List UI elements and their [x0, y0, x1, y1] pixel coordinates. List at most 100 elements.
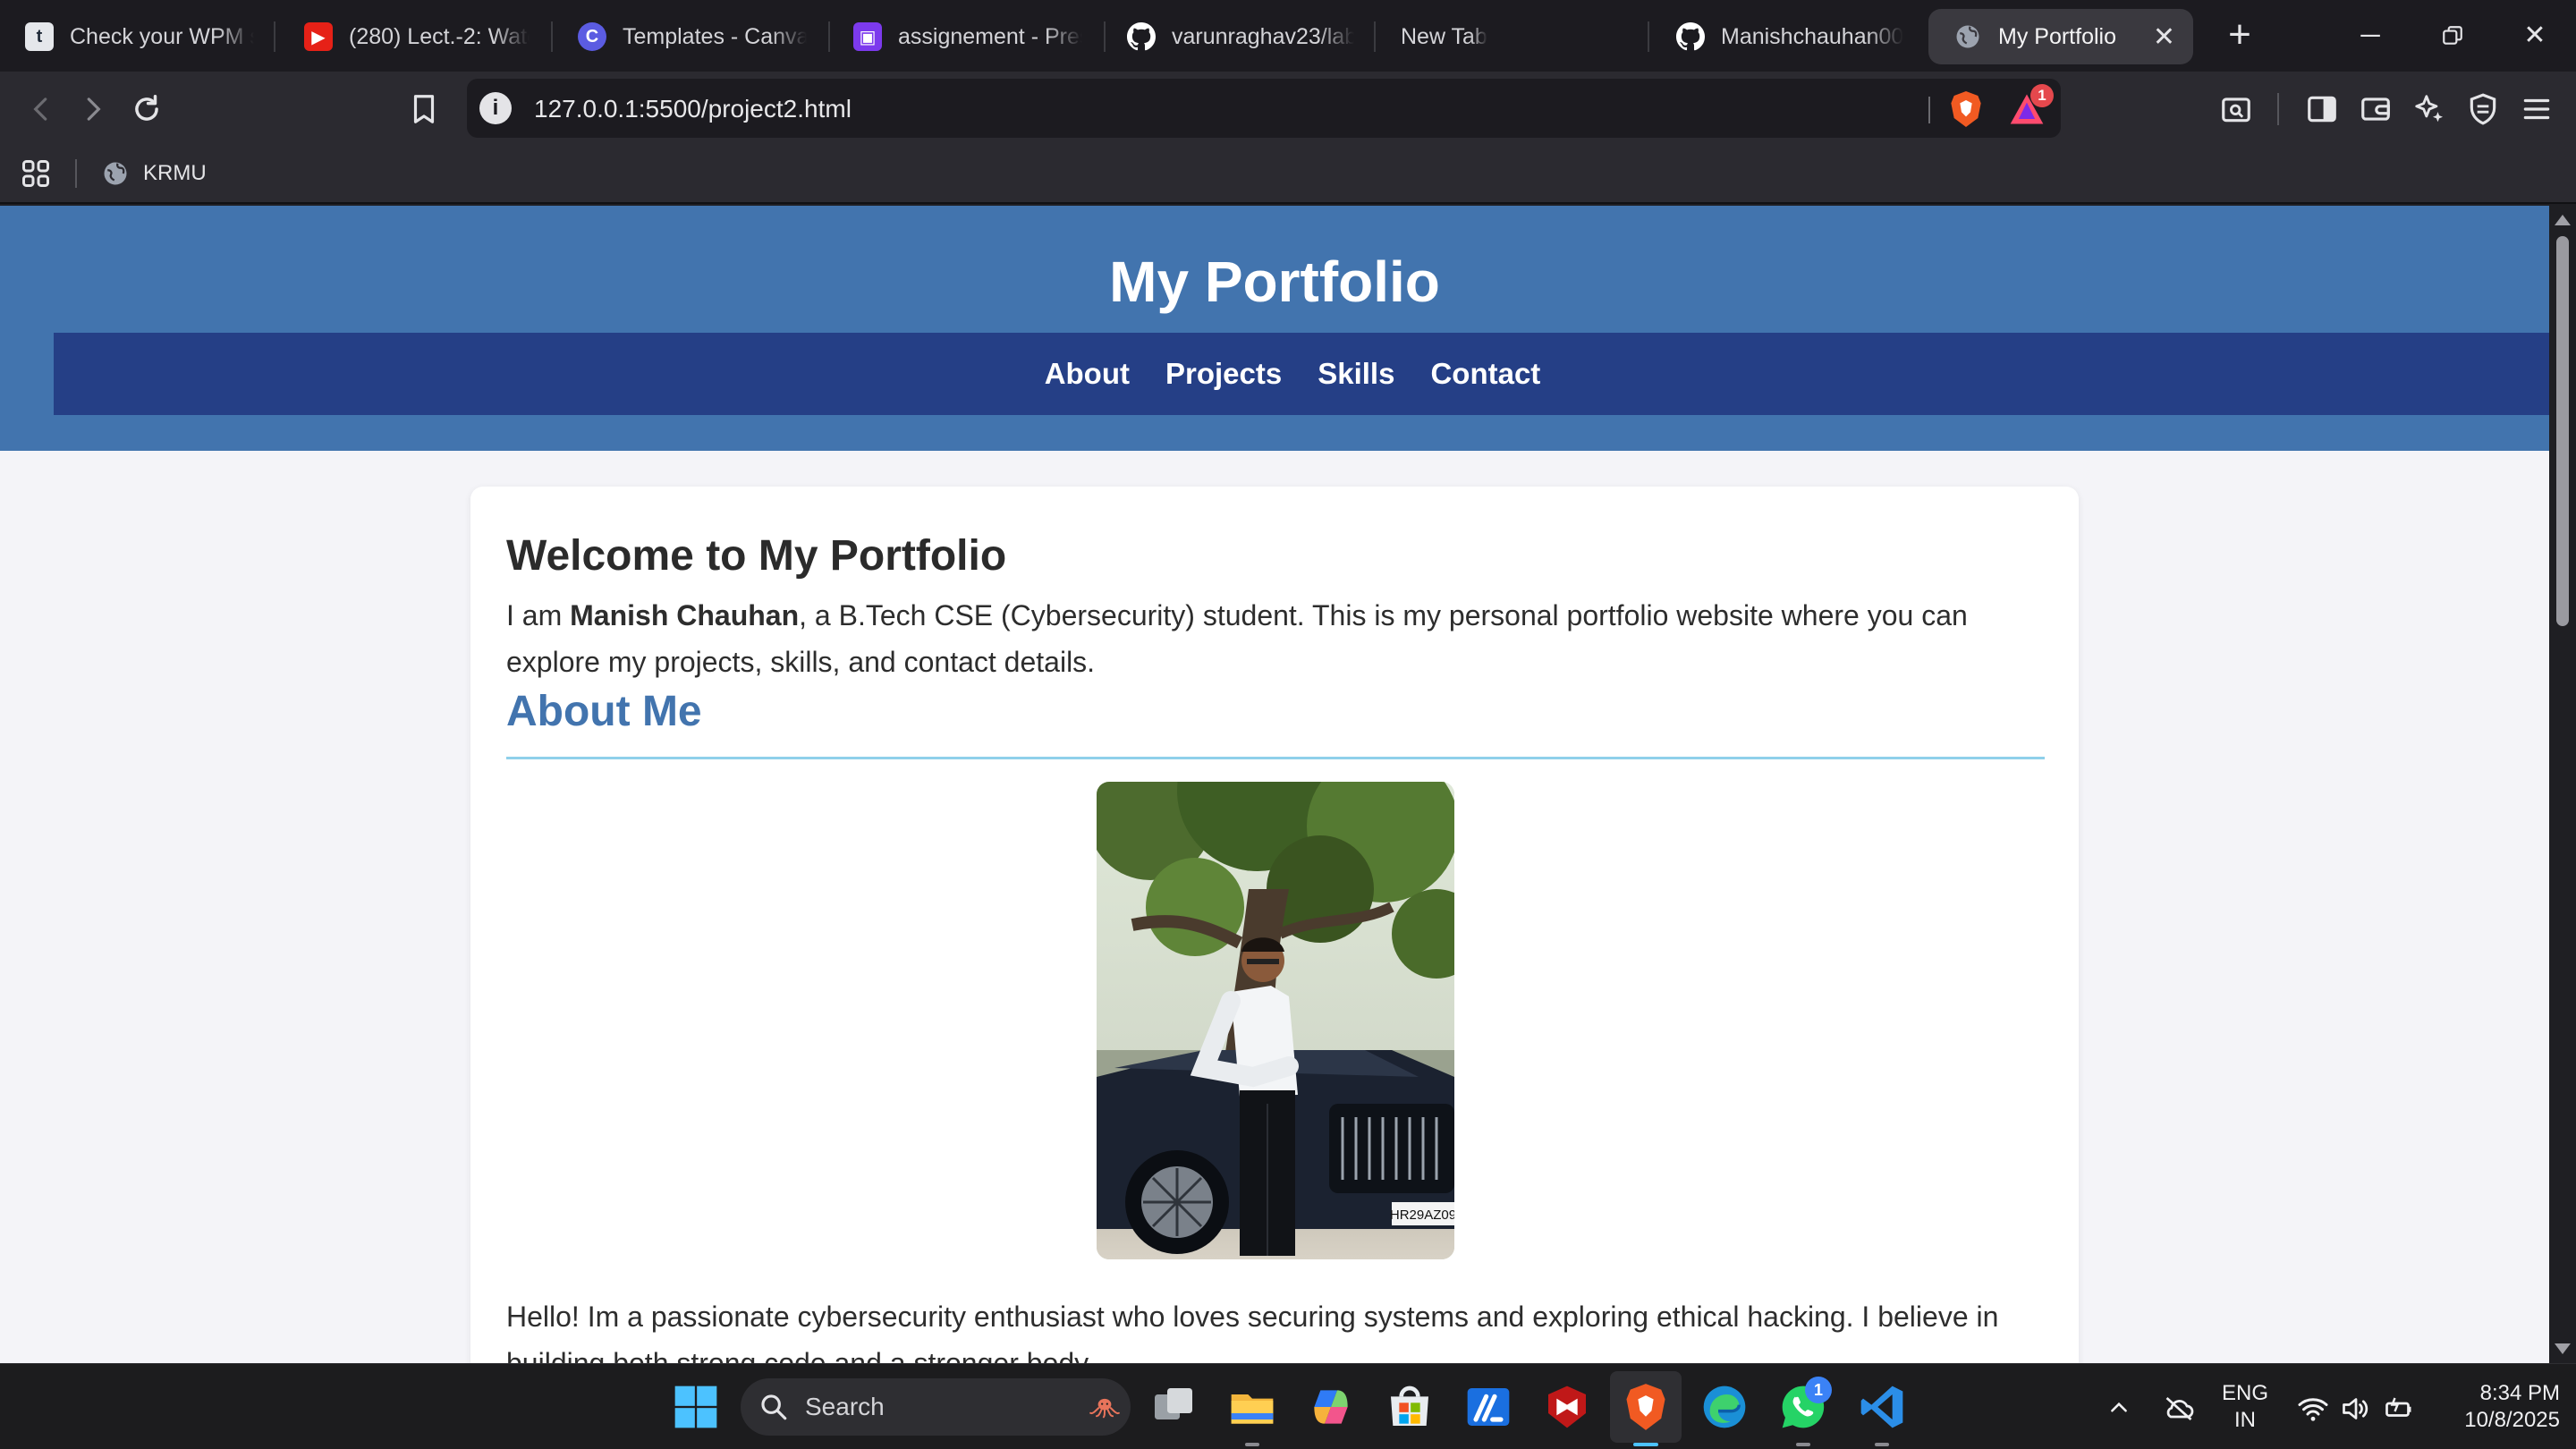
- menu-icon[interactable]: [2515, 88, 2558, 131]
- presentation-icon: ▣: [853, 22, 882, 51]
- tab-title: Manishchauhan000: [1721, 23, 1903, 49]
- task-view-icon[interactable]: [1148, 1382, 1199, 1432]
- tab-youtube[interactable]: ▶ (280) Lect.-2: Water: [279, 9, 547, 64]
- tab-separator: [274, 21, 275, 52]
- copilot-icon[interactable]: [1306, 1382, 1356, 1432]
- tab-title: assignement - Prese: [898, 23, 1082, 49]
- bookmark-krmu[interactable]: KRMU: [102, 156, 207, 191]
- wifi-icon[interactable]: [2297, 1393, 2329, 1425]
- tab-title: Templates - Canva: [623, 23, 807, 49]
- scroll-thumb[interactable]: [2556, 236, 2569, 626]
- nav-link-projects[interactable]: Projects: [1165, 357, 1282, 391]
- tab-title: Check your WPM sc: [70, 23, 254, 49]
- tab-assignment[interactable]: ▣ assignement - Prese: [828, 9, 1100, 64]
- language-indicator[interactable]: ENG IN: [2216, 1380, 2274, 1434]
- region-code: IN: [2234, 1408, 2256, 1432]
- close-tab-icon[interactable]: ✕: [2135, 21, 2175, 53]
- clock-date: 10/8/2025: [2464, 1408, 2560, 1432]
- sidebar-toggle-icon[interactable]: [2301, 88, 2343, 131]
- scroll-down-arrow-icon[interactable]: [2555, 1343, 2571, 1354]
- reload-button[interactable]: [125, 88, 168, 131]
- license-plate: HR29AZ09: [1390, 1208, 1454, 1223]
- site-title: My Portfolio: [1109, 250, 1440, 314]
- forward-button[interactable]: [72, 88, 114, 131]
- mcafee-icon[interactable]: [1542, 1382, 1592, 1432]
- wallet-icon[interactable]: [2354, 88, 2397, 131]
- bookmark-icon[interactable]: [402, 88, 445, 131]
- tab-title: New Tab: [1401, 23, 1487, 49]
- tab-github-manish[interactable]: Manishchauhan000: [1651, 9, 1921, 64]
- address-bar[interactable]: i 127.0.0.1:5500/project2.html 1: [467, 79, 2061, 138]
- new-tab-button[interactable]: +: [2216, 13, 2263, 59]
- typing-site-icon: t: [25, 22, 54, 51]
- taskbar-search-box[interactable]: Search: [741, 1378, 1131, 1436]
- intro-name: Manish Chauhan: [570, 599, 800, 631]
- globe-icon: [104, 162, 127, 185]
- site-nav: About Projects Skills Contact: [54, 333, 2549, 415]
- scroll-up-arrow-icon[interactable]: [2555, 215, 2571, 225]
- browser-tab-strip: t Check your WPM sc ▶ (280) Lect.-2: Wat…: [0, 0, 2576, 72]
- site-header: My Portfolio About Projects Skills Conta…: [0, 206, 2549, 451]
- vscode-icon[interactable]: [1857, 1382, 1907, 1432]
- windows-start-icon[interactable]: [671, 1382, 721, 1432]
- autodesk-app-icon[interactable]: [1463, 1382, 1513, 1432]
- page-viewport: My Portfolio About Projects Skills Conta…: [0, 206, 2549, 1363]
- running-indicator: [1875, 1443, 1889, 1446]
- onedrive-offline-icon[interactable]: [2163, 1393, 2195, 1425]
- globe-icon: [1953, 22, 1982, 51]
- tab-separator: [1374, 21, 1376, 52]
- tab-my-portfolio[interactable]: My Portfolio ✕: [1928, 9, 2193, 64]
- github-icon: [1676, 22, 1705, 51]
- tab-github-varun[interactable]: varunraghav23/lab: [1102, 9, 1372, 64]
- volume-icon[interactable]: [2340, 1393, 2372, 1425]
- welcome-heading: Welcome to My Portfolio: [506, 532, 1007, 580]
- browser-toolbar: i 127.0.0.1:5500/project2.html 1: [0, 72, 2576, 145]
- running-indicator: [1796, 1443, 1810, 1446]
- search-placeholder: Search: [805, 1393, 885, 1420]
- about-divider: [506, 757, 2045, 759]
- tab-title: My Portfolio: [1998, 23, 2116, 49]
- page-search-icon[interactable]: [2215, 88, 2258, 131]
- nav-link-skills[interactable]: Skills: [1318, 357, 1394, 391]
- nav-link-about[interactable]: About: [1045, 357, 1130, 391]
- toolbar-divider: [2277, 93, 2279, 125]
- tab-new-tab[interactable]: New Tab: [1377, 9, 1646, 64]
- tab-wpm[interactable]: t Check your WPM sc: [0, 9, 272, 64]
- content-card: Welcome to My Portfolio I am Manish Chau…: [470, 487, 2079, 1363]
- minimize-button[interactable]: ─: [2343, 13, 2397, 59]
- close-window-button[interactable]: ✕: [2508, 13, 2562, 59]
- site-info-icon[interactable]: i: [479, 92, 512, 124]
- vpn-shield-icon[interactable]: [2462, 88, 2504, 131]
- github-icon: [1127, 22, 1156, 51]
- back-button[interactable]: [20, 88, 63, 131]
- about-heading: About Me: [506, 688, 702, 735]
- nav-link-contact[interactable]: Contact: [1430, 357, 1540, 391]
- intro-text: I am: [506, 599, 571, 631]
- leo-ai-icon[interactable]: [2408, 88, 2451, 131]
- active-indicator: [1633, 1443, 1658, 1446]
- brave-shields-icon[interactable]: [1948, 89, 1984, 129]
- whatsapp-notification-badge: 1: [1805, 1377, 1832, 1403]
- apps-grid-icon[interactable]: [20, 157, 52, 190]
- clock-time: 8:34 PM: [2479, 1381, 2560, 1405]
- tab-separator: [1648, 21, 1649, 52]
- url-text[interactable]: 127.0.0.1:5500/project2.html: [534, 95, 852, 123]
- rewards-badge: 1: [2030, 84, 2054, 107]
- profile-photo: HR29AZ09: [1097, 782, 1454, 1259]
- about-paragraph: Hello! Im a passionate cybersecurity ent…: [506, 1301, 1999, 1363]
- tab-title: (280) Lect.-2: Water: [349, 23, 530, 49]
- running-indicator: [1245, 1443, 1259, 1446]
- clock[interactable]: 8:34 PM 10/8/2025: [2426, 1380, 2560, 1434]
- battery-charging-icon[interactable]: [2383, 1393, 2415, 1425]
- tab-title: varunraghav23/lab: [1172, 23, 1354, 49]
- microsoft-store-icon[interactable]: [1385, 1382, 1435, 1432]
- page-scrollbar[interactable]: [2549, 206, 2576, 1363]
- restore-button[interactable]: [2426, 13, 2479, 59]
- youtube-icon: ▶: [304, 22, 333, 51]
- tab-canva[interactable]: C Templates - Canva: [553, 9, 825, 64]
- bookmark-label: KRMU: [143, 161, 207, 185]
- file-explorer-icon[interactable]: [1227, 1382, 1277, 1432]
- brave-browser-icon[interactable]: [1621, 1382, 1671, 1432]
- show-hidden-icons-icon[interactable]: [2107, 1396, 2131, 1419]
- edge-icon[interactable]: [1699, 1382, 1750, 1432]
